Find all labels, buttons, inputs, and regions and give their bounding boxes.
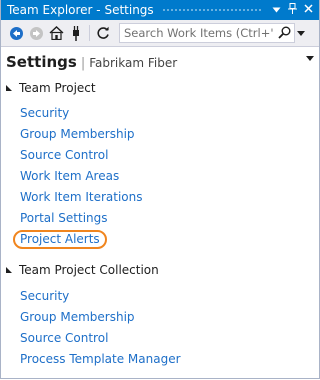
window-title: Team Explorer - Settings	[7, 3, 154, 17]
project-name: Fabrikam Fiber	[89, 56, 178, 70]
link-collection-group-membership[interactable]: Group Membership	[1, 307, 319, 328]
section-header-team-project-collection[interactable]: Team Project Collection	[1, 260, 319, 280]
collapse-triangle-icon[interactable]	[6, 267, 12, 273]
link-group-membership[interactable]: Group Membership	[1, 124, 319, 145]
link-portal-settings[interactable]: Portal Settings	[1, 208, 319, 229]
link-work-item-areas[interactable]: Work Item Areas	[1, 166, 319, 187]
page-dropdown-icon[interactable]	[306, 56, 314, 61]
link-process-template-manager[interactable]: Process Template Manager	[1, 349, 319, 370]
link-collection-source-control[interactable]: Source Control	[1, 328, 319, 349]
team-project-collection-section: Team Project Collection Security Group M…	[1, 260, 319, 370]
link-security[interactable]: Security	[1, 103, 319, 124]
toolbar	[1, 20, 319, 47]
connect-icon[interactable]	[66, 23, 86, 43]
section-label: Team Project	[19, 81, 96, 95]
search-dropdown-icon[interactable]	[295, 23, 307, 43]
pin-icon[interactable]	[284, 3, 300, 17]
link-source-control[interactable]: Source Control	[1, 145, 319, 166]
link-project-alerts[interactable]: Project Alerts	[1, 229, 319, 250]
header-divider: |	[80, 56, 86, 71]
search-box[interactable]	[119, 23, 295, 43]
link-work-item-iterations[interactable]: Work Item Iterations	[1, 187, 319, 208]
title-bar[interactable]: Team Explorer - Settings	[1, 0, 319, 20]
team-explorer-window: Team Explorer - Settings Search Work Ite…	[0, 0, 320, 379]
forward-icon[interactable]	[26, 23, 46, 43]
search-input[interactable]	[120, 24, 274, 42]
close-icon[interactable]	[300, 4, 316, 16]
section-label: Team Project Collection	[19, 263, 159, 277]
dropdown-icon[interactable]	[268, 5, 284, 16]
page-title: Settings	[6, 53, 77, 71]
team-project-section: Team Project Security Group Membership S…	[1, 78, 319, 250]
search-icon[interactable]	[278, 26, 291, 42]
refresh-icon[interactable]	[93, 23, 113, 43]
section-header-team-project[interactable]: Team Project	[1, 78, 319, 98]
home-icon[interactable]	[46, 23, 66, 43]
page-header: Settings | Fabrikam Fiber	[1, 47, 319, 77]
toolbar-separator	[89, 25, 90, 41]
back-icon[interactable]	[6, 23, 26, 43]
drag-grip[interactable]	[161, 7, 262, 13]
collapse-triangle-icon[interactable]	[6, 85, 12, 91]
link-collection-security[interactable]: Security	[1, 286, 319, 307]
